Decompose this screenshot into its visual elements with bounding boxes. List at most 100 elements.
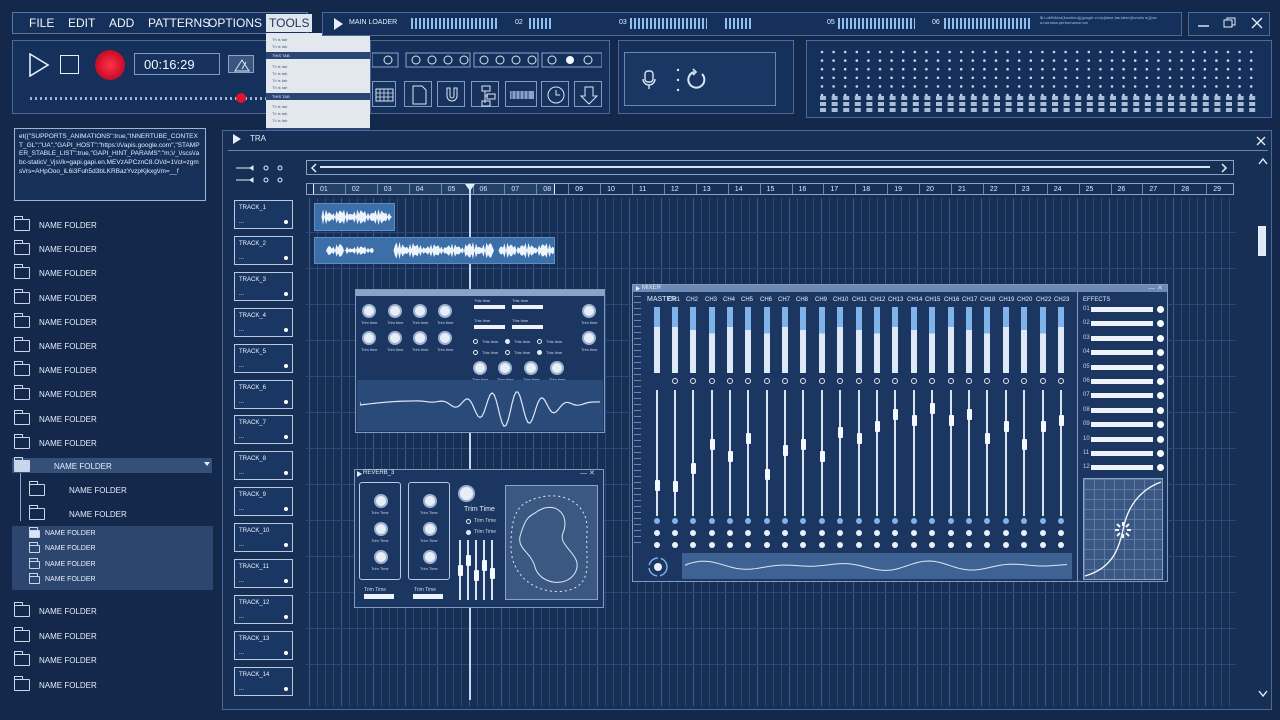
channel-button[interactable] bbox=[948, 518, 954, 524]
channel-button[interactable] bbox=[1058, 530, 1064, 536]
fader-track[interactable] bbox=[766, 390, 768, 516]
channel-button[interactable] bbox=[690, 518, 696, 524]
menu-patterns[interactable]: PATTERNS bbox=[148, 16, 210, 30]
channel-fader[interactable] bbox=[837, 427, 843, 438]
channel-fader[interactable] bbox=[966, 409, 972, 420]
effect-slot-bar[interactable] bbox=[1091, 436, 1153, 442]
dropdown-item[interactable]: Th is tab bbox=[272, 78, 376, 83]
effect-toggle[interactable] bbox=[1157, 378, 1164, 385]
channel-button[interactable] bbox=[764, 542, 770, 548]
channel-button[interactable] bbox=[984, 518, 990, 524]
channel-button[interactable] bbox=[819, 518, 825, 524]
effect-slot-bar[interactable] bbox=[1091, 335, 1153, 341]
reverb-fader-cap[interactable] bbox=[457, 565, 463, 576]
effect-slot-bar[interactable] bbox=[1091, 364, 1153, 370]
track-header[interactable]: TRACK_10... bbox=[234, 523, 293, 553]
synth-radio[interactable] bbox=[473, 350, 478, 355]
synth-field[interactable] bbox=[474, 325, 505, 329]
position-slider-track[interactable] bbox=[30, 97, 266, 100]
channel-led[interactable] bbox=[966, 378, 972, 384]
refresh-button[interactable] bbox=[672, 66, 712, 99]
channel-led[interactable] bbox=[948, 378, 954, 384]
channel-button[interactable] bbox=[764, 518, 770, 524]
channel-fader[interactable] bbox=[819, 451, 825, 462]
channel-button[interactable] bbox=[892, 542, 898, 548]
channel-button[interactable] bbox=[856, 518, 862, 524]
synth-knob[interactable] bbox=[413, 331, 427, 345]
folder-selected-row[interactable] bbox=[12, 458, 212, 473]
magnet-button[interactable] bbox=[437, 81, 465, 107]
fader-master[interactable] bbox=[654, 480, 660, 491]
channel-button[interactable] bbox=[966, 530, 972, 536]
channel-button[interactable] bbox=[800, 542, 806, 548]
channel-button[interactable] bbox=[966, 518, 972, 524]
effect-slot-bar[interactable] bbox=[1091, 422, 1153, 428]
channel-fader[interactable] bbox=[984, 433, 990, 444]
fader-track[interactable] bbox=[986, 390, 988, 516]
dropdown-item[interactable]: Th is tab bbox=[272, 37, 376, 42]
reverb-play-icon[interactable] bbox=[357, 471, 362, 477]
channel-button[interactable] bbox=[837, 530, 843, 536]
channel-fader[interactable] bbox=[874, 421, 880, 432]
channel-button[interactable] bbox=[948, 542, 954, 548]
channel-button[interactable] bbox=[1021, 542, 1027, 548]
track-header[interactable]: TRACK_8... bbox=[234, 451, 293, 481]
channel-led[interactable] bbox=[800, 378, 806, 384]
fader-track[interactable] bbox=[674, 390, 676, 516]
channel-button[interactable] bbox=[1040, 542, 1046, 548]
reverb-fader-track[interactable] bbox=[467, 540, 469, 600]
fader-track[interactable] bbox=[950, 390, 952, 516]
reverb-radio[interactable] bbox=[466, 519, 471, 524]
metronome-button[interactable] bbox=[228, 55, 254, 73]
channel-led[interactable] bbox=[874, 378, 880, 384]
dropdown-item[interactable]: Th is tab bbox=[272, 44, 376, 49]
channel-button[interactable] bbox=[1003, 518, 1009, 524]
track-header[interactable]: TRACK_2... bbox=[234, 235, 293, 265]
channel-button[interactable] bbox=[672, 530, 678, 536]
channel-button[interactable] bbox=[892, 518, 898, 524]
synth-knob[interactable] bbox=[438, 304, 452, 318]
piano-roll-button[interactable] bbox=[372, 81, 396, 107]
reverb-knob[interactable] bbox=[374, 550, 388, 564]
menu-tools[interactable]: TOOLS bbox=[266, 14, 313, 32]
reverb-window-controls[interactable]: — ✕ bbox=[580, 469, 595, 477]
channel-led[interactable] bbox=[911, 378, 917, 384]
synth-knob[interactable] bbox=[388, 304, 402, 318]
minimize-button[interactable] bbox=[1195, 16, 1213, 30]
channel-button[interactable] bbox=[874, 542, 880, 548]
folder-expand-icon[interactable] bbox=[204, 462, 210, 467]
channel-fader[interactable] bbox=[727, 451, 733, 462]
track-header[interactable]: TRACK_3... bbox=[234, 271, 293, 301]
scroll-down-icon[interactable] bbox=[1258, 690, 1268, 698]
mixer-window-controls[interactable]: — ✕ bbox=[1148, 284, 1163, 292]
channel-button[interactable] bbox=[709, 542, 715, 548]
pattern-selector[interactable] bbox=[371, 52, 603, 68]
reverb-knob[interactable] bbox=[374, 522, 388, 536]
reverb-field[interactable] bbox=[364, 594, 394, 599]
channel-led[interactable] bbox=[892, 378, 898, 384]
stop-button[interactable] bbox=[60, 55, 79, 74]
fader-track[interactable] bbox=[1005, 390, 1007, 516]
fader-track[interactable] bbox=[1023, 390, 1025, 516]
channel-button[interactable] bbox=[1040, 530, 1046, 536]
track-header[interactable]: TRACK_13... bbox=[234, 630, 293, 660]
synth-field[interactable] bbox=[474, 305, 505, 309]
channel-button[interactable] bbox=[819, 542, 825, 548]
channel-button[interactable] bbox=[727, 542, 733, 548]
channel-led[interactable] bbox=[1003, 378, 1009, 384]
channel-fader[interactable] bbox=[745, 433, 751, 444]
arrangement-close-button[interactable] bbox=[1256, 133, 1266, 151]
channel-fader[interactable] bbox=[892, 409, 898, 420]
synth-field[interactable] bbox=[512, 325, 543, 329]
channel-button[interactable] bbox=[654, 530, 660, 536]
channel-led[interactable] bbox=[672, 378, 678, 384]
effect-slot-bar[interactable] bbox=[1091, 350, 1153, 356]
channel-led[interactable] bbox=[837, 378, 843, 384]
channel-button[interactable] bbox=[745, 542, 751, 548]
clock-button[interactable] bbox=[541, 81, 569, 107]
effect-toggle[interactable] bbox=[1157, 450, 1164, 457]
channel-button[interactable] bbox=[782, 530, 788, 536]
channel-button[interactable] bbox=[1058, 542, 1064, 548]
reverb-fader-cap[interactable] bbox=[465, 555, 471, 566]
fader-track[interactable] bbox=[876, 390, 878, 516]
